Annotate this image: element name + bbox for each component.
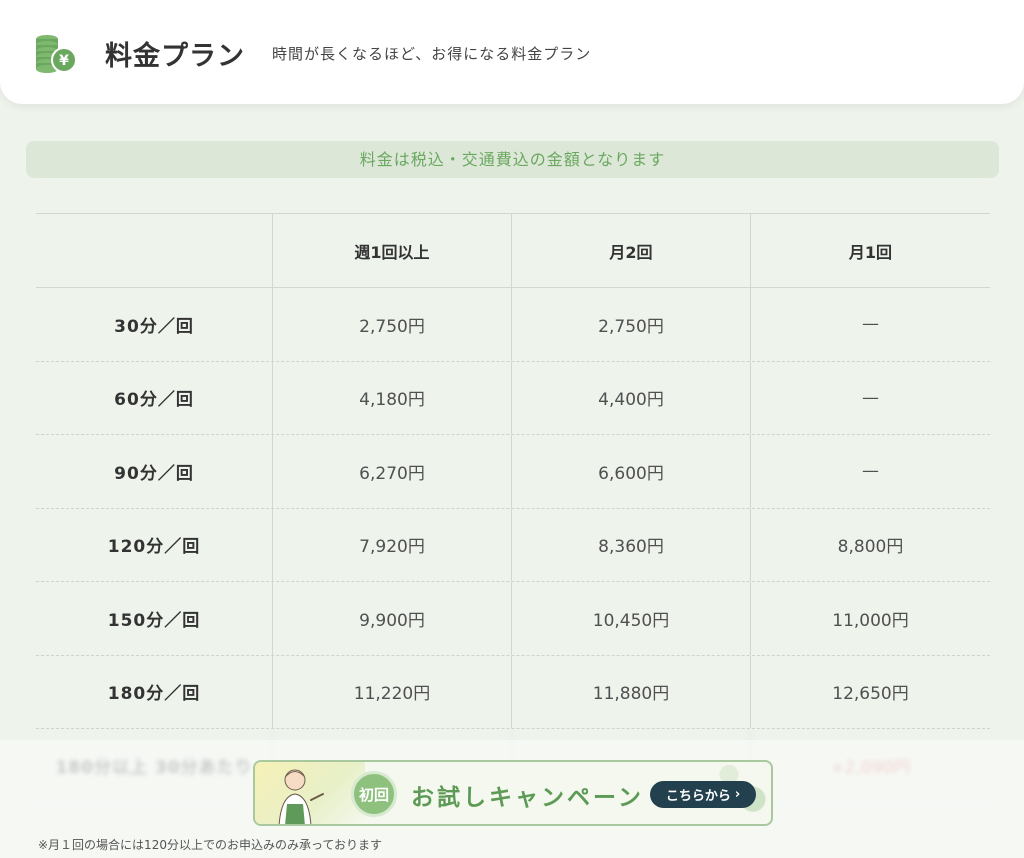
table-row: 150分／回 9,900円 10,450円 11,000円: [36, 582, 990, 656]
header-cell-empty: [36, 214, 273, 287]
table-row: 120分／回 7,920円 8,360円 8,800円: [36, 508, 990, 582]
price-cell: 7,920円: [273, 508, 512, 581]
tax-notice: 料金は税込・交通費込の金額となります: [26, 141, 999, 178]
header-twice-monthly: 月2回: [512, 214, 751, 287]
page-header: ¥ 料金プラン 時間が長くなるほど、お得になる料金プラン: [0, 0, 1024, 104]
trial-campaign-banner[interactable]: 初回 お試しキャンペーン こちらから ›: [253, 760, 773, 826]
first-time-badge: 初回: [351, 771, 397, 817]
row-label: 30分／回: [36, 288, 273, 361]
table-row: 60分／回 4,180円 4,400円 —: [36, 361, 990, 435]
svg-text:¥: ¥: [59, 53, 69, 69]
row-label: 150分／回: [36, 582, 273, 655]
price-cell: 6,270円: [273, 435, 512, 508]
row-label: 60分／回: [36, 361, 273, 434]
table-row: 180分／回 11,220円 11,880円 12,650円: [36, 655, 990, 729]
row-label: 180分／回: [36, 655, 273, 728]
table-header-row: 週1回以上 月2回 月1回: [36, 214, 990, 288]
price-cell: 2,750円: [512, 288, 751, 361]
campaign-cta-button[interactable]: こちらから ›: [650, 781, 756, 808]
price-cell: 4,180円: [273, 361, 512, 434]
page-subtitle: 時間が長くなるほど、お得になる料金プラン: [272, 45, 592, 63]
price-cell: 4,400円: [512, 361, 751, 434]
row-label: 120分／回: [36, 508, 273, 581]
price-cell: 9,900円: [273, 582, 512, 655]
price-cell: 11,880円: [512, 655, 751, 728]
table-row: 30分／回 2,750円 2,750円 —: [36, 288, 990, 362]
price-cell: —: [862, 314, 879, 335]
header-weekly: 週1回以上: [273, 214, 512, 287]
price-table: 週1回以上 月2回 月1回 30分／回 2,750円 2,750円 — 60分／…: [36, 213, 990, 803]
page-title: 料金プラン: [105, 41, 245, 72]
price-cell: 11,220円: [273, 655, 512, 728]
price-cell: 8,800円: [837, 537, 904, 558]
price-cell: —: [862, 461, 879, 482]
header-monthly: 月1回: [848, 242, 893, 262]
chevron-right-icon: ›: [734, 787, 741, 802]
price-cell: —: [862, 387, 879, 408]
price-cell: 10,450円: [512, 582, 751, 655]
cta-label: こちらから: [665, 789, 731, 804]
row-label: 90分／回: [36, 435, 273, 508]
price-cell: 8,360円: [512, 508, 751, 581]
price-cell: 11,000円: [832, 610, 909, 631]
price-cell: 2,750円: [273, 288, 512, 361]
price-cell: 6,600円: [512, 435, 751, 508]
footnote: ※月１回の場合には120分以上でのお申込みのみ承っております: [38, 838, 383, 852]
coins-yen-icon: ¥: [36, 35, 77, 73]
table-row: 90分／回 6,270円 6,600円 —: [36, 435, 990, 509]
price-cell: 12,650円: [832, 684, 909, 705]
staff-illustration-icon: [278, 769, 324, 824]
campaign-text: お試しキャンペーン: [411, 785, 644, 811]
